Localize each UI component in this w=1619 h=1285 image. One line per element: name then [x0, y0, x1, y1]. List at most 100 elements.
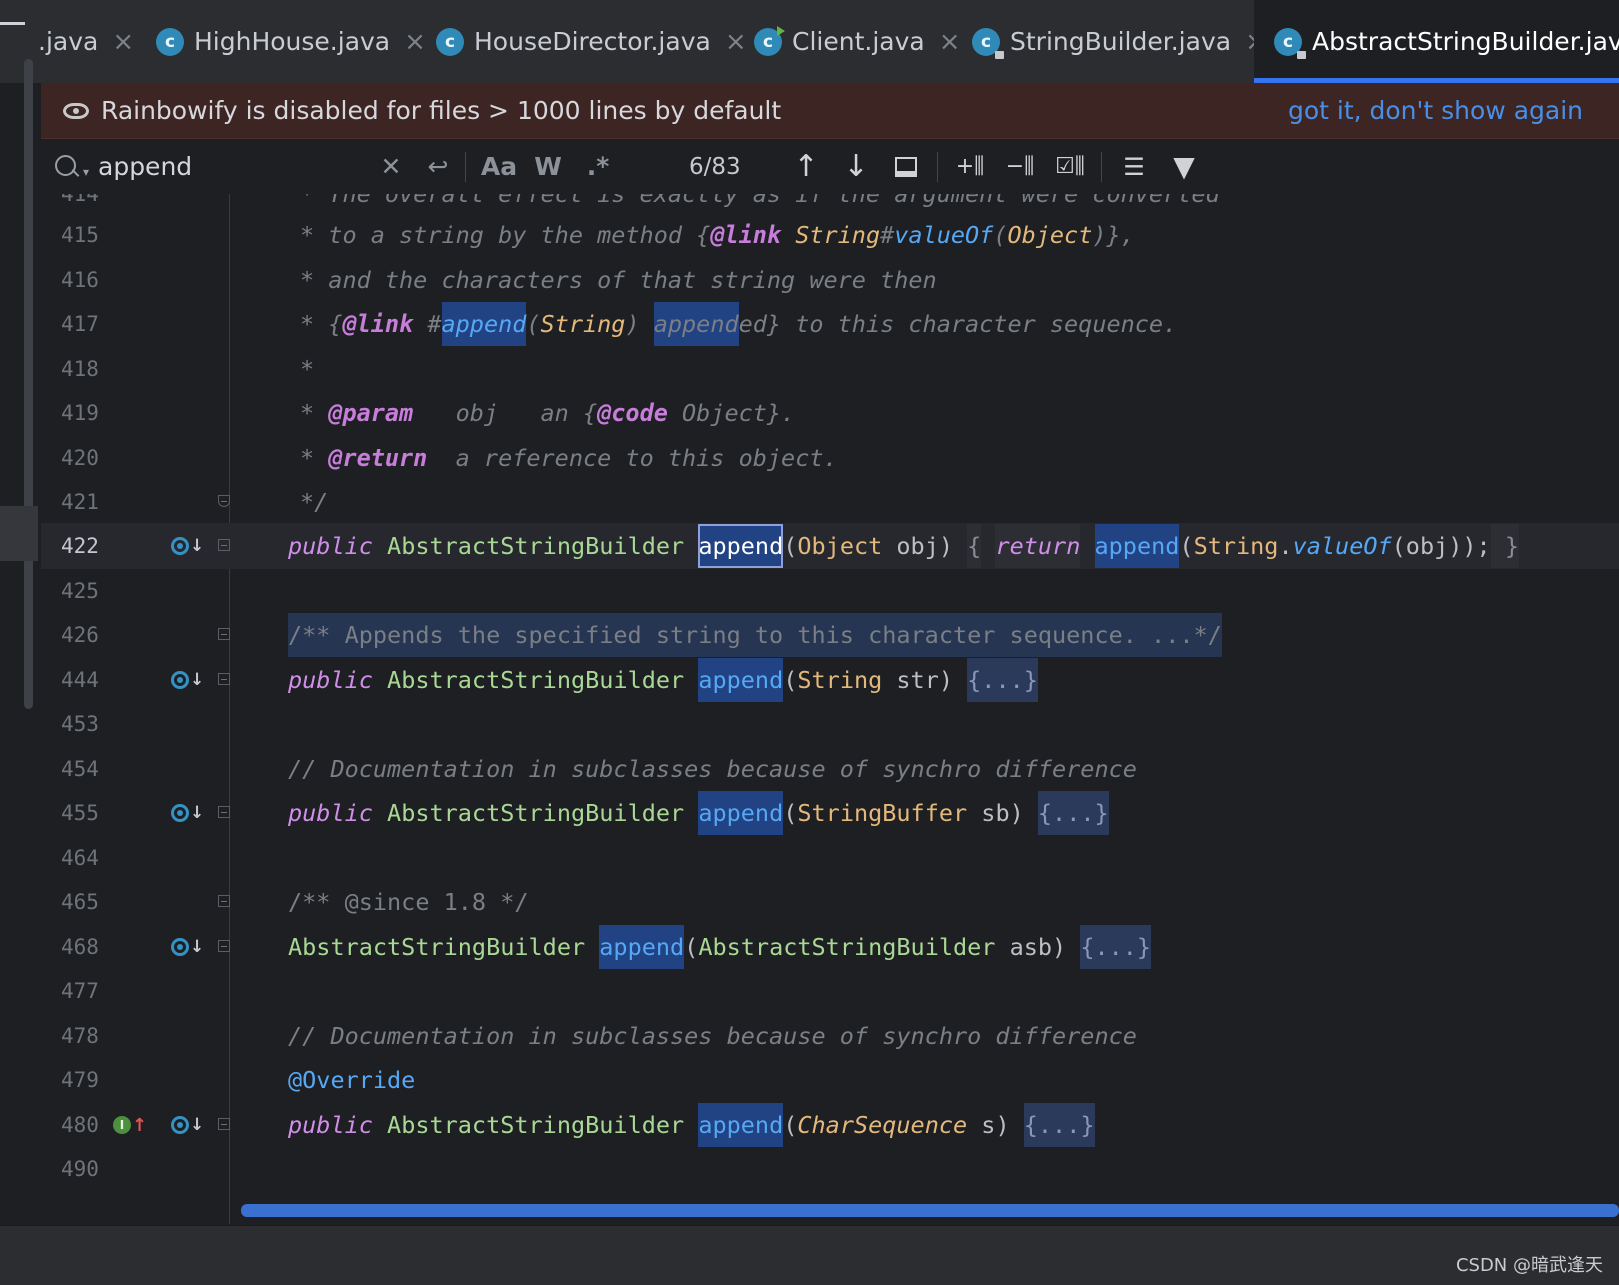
fold-icon[interactable] [218, 628, 230, 640]
overridden-method-gutter-icon[interactable]: ↓ [171, 523, 204, 569]
overridden-method-gutter-icon[interactable]: ↓ [171, 924, 204, 970]
line-number: 454 [61, 757, 99, 781]
java-locked-class-icon: c [972, 27, 1004, 59]
select-all-occurrences-icon[interactable]: ☑⫼ [1051, 139, 1089, 194]
add-occurrence-icon[interactable]: +⫼ [951, 139, 989, 194]
overridden-method-gutter-icon[interactable]: ↓ [171, 1102, 204, 1148]
code-line: 419 * @param obj an {@code Object}. [41, 390, 1619, 436]
horizontal-scrollbar[interactable] [241, 1204, 1619, 1217]
line-number: 422 [61, 534, 99, 558]
close-icon[interactable]: × [725, 27, 747, 57]
line-number: 464 [61, 846, 99, 870]
filter-search-results-icon[interactable]: ☰ [1115, 139, 1153, 194]
fold-end-icon[interactable] [218, 495, 230, 507]
code-line: 477 [41, 968, 1619, 1014]
watermark: CSDN @暗武逢天 [1455, 1255, 1603, 1276]
code-line: 420 * @return a reference to this object… [41, 435, 1619, 481]
new-line-icon[interactable]: ↩ [421, 139, 455, 194]
line-number: 465 [61, 890, 99, 914]
line-number: 426 [61, 623, 99, 647]
remove-occurrence-icon[interactable]: −⫼ [1001, 139, 1039, 194]
tab-stringbuilder[interactable]: c StringBuilder.java × [972, 0, 1267, 83]
code-text: public AbstractStringBuilder append(Stri… [288, 657, 1038, 703]
banner-message: Rainbowify is disabled for files > 1000 … [101, 96, 782, 125]
tab-highhouse[interactable]: c HighHouse.java × [156, 0, 426, 83]
line-number: 479 [61, 1068, 99, 1092]
line-number: 417 [61, 312, 99, 336]
code-text: // Documentation in subclasses because o… [288, 1022, 1137, 1050]
close-icon[interactable]: × [939, 27, 961, 57]
overridden-method-gutter-icon[interactable]: ↓ [171, 790, 204, 836]
fold-icon[interactable] [218, 806, 230, 818]
find-bar: ▾ ✕ ↩ Aa W .* 6/83 ↑ ↓ +⫼ −⫼ ☑⫼ ☰ ▼ [41, 139, 1619, 194]
code-text: @Override [288, 1066, 416, 1094]
search-icon[interactable]: ▾ [51, 147, 91, 187]
next-occurrence-icon[interactable]: ↓ [839, 139, 873, 194]
menu-dash-icon[interactable] [0, 22, 25, 25]
open-in-window-icon[interactable] [889, 139, 923, 194]
search-input[interactable] [98, 149, 368, 183]
code-editor[interactable]: 414 * The overall effect is exactly as i… [41, 194, 1619, 1224]
code-line: 415 * to a string by the method {@link S… [41, 212, 1619, 258]
fold-icon[interactable] [218, 1118, 230, 1130]
tab-label: Client.java [792, 27, 925, 56]
close-icon[interactable]: × [112, 27, 134, 57]
code-line-current: 422 ↓ public AbstractStringBuilder appen… [41, 523, 1619, 569]
code-line: 455 ↓ public AbstractStringBuilder appen… [41, 790, 1619, 836]
left-tool-strip [0, 59, 41, 1233]
code-line: 425 [41, 568, 1619, 614]
line-number: 478 [61, 1024, 99, 1048]
code-line: 426 /** Appends the specified string to … [41, 612, 1619, 658]
code-line: 444 ↓ public AbstractStringBuilder appen… [41, 657, 1619, 703]
caret-row-marker [0, 506, 38, 561]
code-line: 479 @Override [41, 1057, 1619, 1103]
previous-occurrence-icon[interactable]: ↑ [789, 139, 823, 194]
clear-search-icon[interactable]: ✕ [377, 139, 405, 194]
overridden-method-gutter-icon[interactable]: ↓ [171, 657, 204, 703]
match-case-toggle[interactable]: Aa [479, 139, 519, 194]
code-text: public AbstractStringBuilder append(Obje… [288, 523, 1519, 569]
vertical-scrollbar[interactable] [24, 59, 33, 709]
close-icon[interactable]: × [404, 27, 426, 57]
tab-label: HouseDirector.java [474, 27, 711, 56]
code-line: 478 // Documentation in subclasses becau… [41, 1013, 1619, 1059]
implements-method-gutter-icon[interactable]: I ↑ [113, 1102, 147, 1148]
code-text: * @param obj an {@code Object}. [300, 399, 796, 427]
code-text: public AbstractStringBuilder append(Char… [288, 1102, 1095, 1148]
tab-java[interactable]: .java × [38, 0, 134, 83]
status-bar: CSDN @暗武逢天 [0, 1225, 1619, 1285]
code-text: * and the characters of that string were… [300, 266, 937, 294]
code-line: 465 /** @since 1.8 */ [41, 879, 1619, 925]
code-text: /** Appends the specified string to this… [288, 612, 1222, 658]
fold-icon[interactable] [218, 895, 230, 907]
fold-icon[interactable] [218, 539, 230, 551]
code-line: 480 I ↑ ↓ public AbstractStringBuilder ap… [41, 1102, 1619, 1148]
line-number: 453 [61, 712, 99, 736]
code-text: * to a string by the method {@link Strin… [300, 221, 1135, 249]
line-number: 468 [61, 935, 99, 959]
code-line: 421 */ [41, 479, 1619, 525]
regex-toggle[interactable]: .* [581, 139, 615, 194]
line-number: 421 [61, 490, 99, 514]
line-number: 425 [61, 579, 99, 603]
words-toggle[interactable]: W [531, 139, 565, 194]
tab-client[interactable]: c Client.java × [754, 0, 961, 83]
dismiss-banner-link[interactable]: got it, don't show again [1288, 96, 1583, 125]
fold-icon[interactable] [218, 940, 230, 952]
code-text: public AbstractStringBuilder append(Stri… [288, 790, 1109, 836]
line-number: 416 [61, 268, 99, 292]
filter-icon[interactable]: ▼ [1165, 139, 1203, 194]
tab-housedirector[interactable]: c HouseDirector.java × [436, 0, 747, 83]
eye-icon [63, 102, 89, 119]
line-number: 415 [61, 223, 99, 247]
code-line: 454 // Documentation in subclasses becau… [41, 746, 1619, 792]
code-text: * @return a reference to this object. [300, 444, 838, 472]
editor-tab-bar: .java × c HighHouse.java × c HouseDirect… [0, 0, 1619, 83]
code-line: 416 * and the characters of that string … [41, 257, 1619, 303]
line-number: 420 [61, 446, 99, 470]
tab-label: .java [38, 27, 99, 56]
code-line: 453 [41, 701, 1619, 747]
tab-abstractstringbuilder[interactable]: c AbstractStringBuilder.java [1254, 0, 1619, 83]
code-text: */ [300, 488, 329, 516]
fold-icon[interactable] [218, 673, 230, 685]
